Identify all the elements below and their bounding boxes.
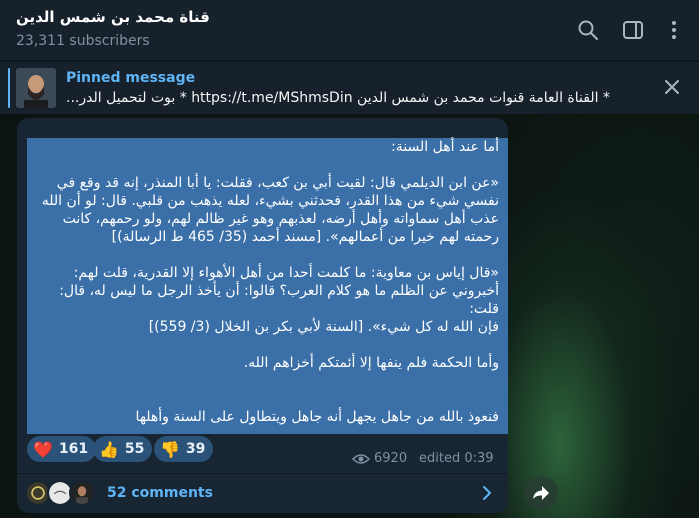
message-line [27, 156, 499, 174]
view-counter: 6920 [352, 451, 407, 466]
eye-icon [352, 453, 370, 464]
reaction-count: 39 [185, 441, 206, 457]
sidebar-toggle-icon[interactable] [621, 18, 645, 42]
message-line: «قال إياس بن معاوية: ما كلمت أحدا من أهل… [73, 265, 499, 281]
message-line [27, 372, 499, 390]
more-options-icon[interactable] [662, 18, 686, 42]
message-line: فإن الله له كل شيء». [السنة لأبي بكر بن … [148, 319, 499, 335]
edited-timestamp: edited 0:39 [419, 451, 494, 466]
close-icon[interactable] [662, 77, 682, 97]
message-line: عذب أهل سماواته وأهل أرضه، لعذبهم وهو غي… [62, 211, 499, 227]
pinned-thumbnail [16, 68, 56, 108]
subscriber-count: 23,311 subscribers [16, 33, 150, 49]
pinned-preview-text: * القناة العامة قنوات محمد بن شمس الدين … [66, 90, 610, 106]
thumbs-up-icon: 👍 [99, 439, 119, 459]
chat-header[interactable]: قناة محمد بن شمس الدين 23,311 subscriber… [0, 0, 699, 60]
reaction-heart[interactable]: ❤️ 161 [27, 436, 97, 462]
search-icon[interactable] [576, 18, 600, 42]
channel-title[interactable]: قناة محمد بن شمس الدين [16, 8, 210, 26]
reaction-thumbs-down[interactable]: 👎 39 [154, 436, 214, 462]
message-line [27, 390, 499, 408]
reaction-count: 161 [58, 441, 89, 457]
message-line: أخبروني عن الظلم ما هو كلام العرب؟ قالوا… [59, 283, 499, 317]
message-line: أما عند أهل السنة: [391, 139, 499, 155]
pinned-accent-bar [8, 68, 10, 108]
message-line: وأما الحكمة فلم ينفها إلا أئمتكم أخزاهم … [243, 355, 499, 371]
pinned-label: Pinned message [66, 70, 196, 86]
commenter-avatars [25, 480, 105, 506]
heart-icon: ❤️ [33, 439, 53, 459]
thumbs-down-icon: 👎 [160, 439, 180, 459]
reaction-count: 55 [124, 441, 145, 457]
avatar [69, 480, 95, 506]
pinned-message-bar[interactable]: Pinned message * القناة العامة قنوات محم… [0, 61, 699, 114]
view-count: 6920 [374, 451, 408, 466]
message-text[interactable]: أما عند أهل السنة: «عن ابن الديلمي قال: … [27, 138, 499, 426]
message-line: نفسي شيء من هذا القدر، فحدثني بشيء، لعله… [41, 193, 499, 209]
reaction-thumbs-up[interactable]: 👍 55 [93, 436, 153, 462]
comments-divider [17, 473, 508, 474]
forward-arrow-icon [533, 486, 549, 500]
chevron-right-icon[interactable] [480, 484, 494, 502]
message-line [27, 246, 499, 264]
forward-button[interactable] [524, 476, 558, 510]
message-line: رحمته لهم خيرا من أعمالهم». [مسند أحمد (… [111, 229, 499, 245]
message-line: فنعوذ بالله من جاهل يجهل أنه جاهل ويتطاو… [135, 409, 499, 425]
message-line [27, 336, 499, 354]
comments-link[interactable]: 52 comments [107, 485, 213, 501]
message-line: «عن ابن الديلمي قال: لقيت أبي بن كعب، فق… [56, 175, 499, 191]
